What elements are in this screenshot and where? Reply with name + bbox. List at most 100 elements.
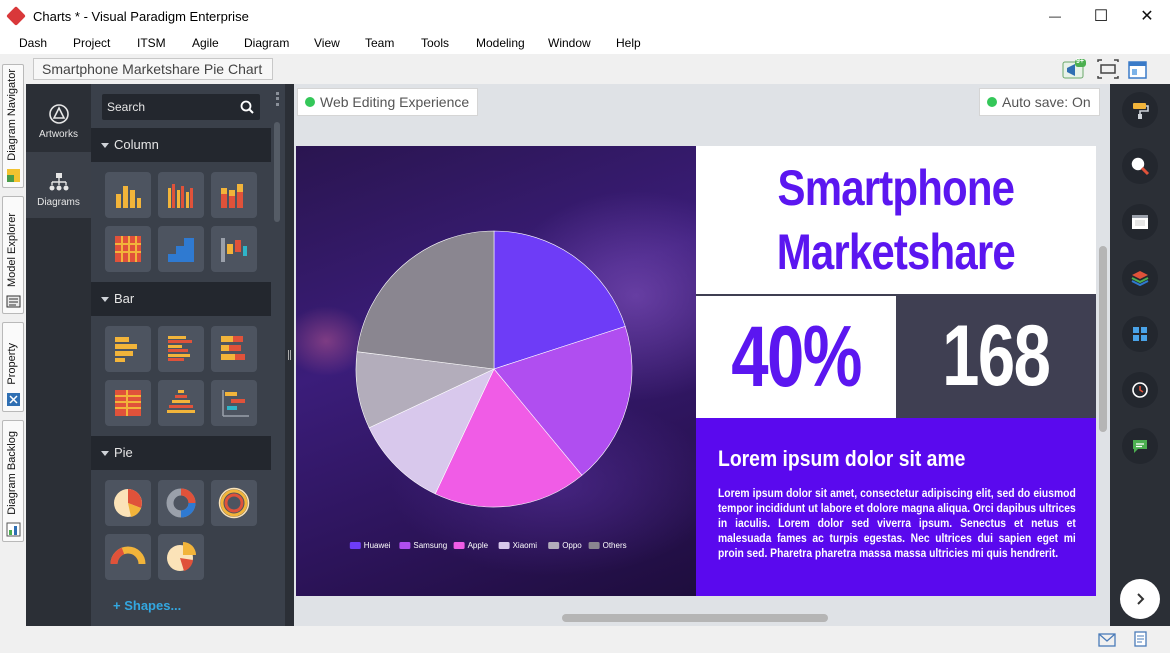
- section-bar-label: Bar: [114, 291, 135, 306]
- menu-modeling[interactable]: Modeling: [476, 36, 525, 50]
- exploded-pie-icon: [167, 542, 196, 571]
- shape-pie-1[interactable]: [105, 480, 151, 526]
- zoom-button[interactable]: [1122, 148, 1158, 184]
- shape-pie-2[interactable]: [158, 480, 204, 526]
- shape-pie-4[interactable]: [105, 534, 151, 580]
- shape-bar-3[interactable]: [211, 326, 257, 372]
- pie-chart[interactable]: Huawei Samsung Apple Xiaomi Oppo Others: [296, 146, 696, 596]
- panel-grip[interactable]: [276, 92, 279, 106]
- section-column-label: Column: [114, 137, 159, 152]
- description-body: Lorem ipsum dolor sit amet, consectetur …: [718, 486, 1076, 560]
- legend-label-samsung: Samsung: [413, 541, 447, 550]
- shape-bar-2[interactable]: [158, 326, 204, 372]
- shape-column-4[interactable]: [105, 226, 151, 272]
- tab-diagram-navigator-label: Diagram Navigator: [6, 69, 18, 161]
- document-edit-icon[interactable]: [1133, 630, 1149, 648]
- shape-column-2[interactable]: [158, 172, 204, 218]
- panels-button[interactable]: [1122, 316, 1158, 352]
- fit-diagram-button[interactable]: [1097, 59, 1119, 79]
- app-logo-icon: [6, 6, 26, 26]
- pyramid-bar-icon: [167, 390, 195, 413]
- title-block: Smartphone Marketshare: [696, 146, 1096, 294]
- menu-diagram[interactable]: Diagram: [244, 36, 289, 50]
- page-setup-button[interactable]: [1122, 204, 1158, 240]
- legend-label-others: Others: [603, 541, 627, 550]
- canvas-vertical-scrollbar[interactable]: [1099, 246, 1107, 432]
- menu-team[interactable]: Team: [365, 36, 394, 50]
- diagram-canvas[interactable]: Web Editing Experience Auto save: On Hua…: [294, 84, 1110, 626]
- menu-dash[interactable]: Dash: [19, 36, 47, 50]
- diagrams-icon: [49, 173, 68, 191]
- status-bar: [0, 626, 1170, 653]
- description-heading: Lorem ipsum dolor sit ame: [718, 446, 966, 471]
- layout-button[interactable]: [1127, 59, 1149, 79]
- menu-itsm[interactable]: ITSM: [137, 36, 166, 50]
- notification-button[interactable]: 9+: [1062, 58, 1086, 79]
- shape-pie-5[interactable]: [158, 534, 204, 580]
- donut-chart-icon: [166, 488, 196, 518]
- shape-bar-6[interactable]: [211, 380, 257, 426]
- title-line-2: Marketshare: [776, 224, 1016, 280]
- section-bar[interactable]: Bar: [91, 282, 271, 316]
- menu-window[interactable]: Window: [548, 36, 591, 50]
- canvas-horizontal-scrollbar[interactable]: [562, 614, 828, 622]
- notification-badge: 9+: [1076, 58, 1084, 65]
- stacked-column-icon: [221, 184, 243, 208]
- shape-pie-3[interactable]: [211, 480, 257, 526]
- history-icon: [1132, 382, 1148, 398]
- shape-column-1[interactable]: [105, 172, 151, 218]
- minimize-button[interactable]: —: [1032, 0, 1078, 32]
- menu-help[interactable]: Help: [616, 36, 641, 50]
- layers-button[interactable]: [1122, 260, 1158, 296]
- title-line-1: Smartphone: [777, 160, 1015, 216]
- grouped-bar-icon: [168, 336, 192, 361]
- format-painter-button[interactable]: [1122, 92, 1158, 128]
- legend-label-xiaomi: Xiaomi: [513, 541, 538, 550]
- menu-view[interactable]: View: [314, 36, 340, 50]
- stat-percent: 40%: [731, 308, 862, 405]
- shape-bar-5[interactable]: [158, 380, 204, 426]
- breadcrumb[interactable]: Smartphone Marketshare Pie Chart: [33, 58, 274, 80]
- infographic-slide[interactable]: Huawei Samsung Apple Xiaomi Oppo Others Smart…: [296, 146, 1096, 596]
- diagrams-button[interactable]: Diagrams: [26, 152, 91, 218]
- autosave-badge[interactable]: Auto save: On: [979, 88, 1100, 116]
- artworks-icon: [48, 104, 69, 124]
- window-title: Charts * - Visual Paradigm Enterprise: [33, 8, 249, 24]
- section-pie[interactable]: Pie: [91, 436, 271, 470]
- web-editing-badge[interactable]: Web Editing Experience: [297, 88, 479, 116]
- panel-scrollbar[interactable]: [274, 122, 280, 222]
- tab-diagram-backlog[interactable]: Diagram Backlog: [2, 420, 24, 542]
- section-pie-label: Pie: [114, 445, 133, 460]
- artworks-label: Artworks: [39, 129, 78, 140]
- navigator-icon: [7, 169, 20, 182]
- more-shapes-link[interactable]: + Shapes...: [113, 598, 181, 613]
- close-button[interactable]: ✕: [1124, 0, 1170, 32]
- tab-model-explorer[interactable]: Model Explorer: [2, 196, 24, 314]
- fit-view-icon: [1097, 59, 1119, 79]
- mail-icon[interactable]: [1098, 633, 1116, 647]
- menu-project[interactable]: Project: [73, 36, 110, 50]
- menu-tools[interactable]: Tools: [421, 36, 449, 50]
- panel-splitter[interactable]: [285, 84, 294, 626]
- expand-panel-button[interactable]: [1120, 579, 1160, 619]
- shape-bar-1[interactable]: [105, 326, 151, 372]
- section-column[interactable]: Column: [91, 128, 271, 162]
- tab-property[interactable]: Property: [2, 322, 24, 412]
- web-editing-label: Web Editing Experience: [320, 94, 470, 110]
- pie-slice-others[interactable]: [356, 230, 495, 370]
- artworks-button[interactable]: Artworks: [26, 84, 91, 150]
- history-button[interactable]: [1122, 372, 1158, 408]
- legend-label-huawei: Huawei: [364, 541, 391, 550]
- legend-swatch-oppo: [548, 542, 560, 549]
- shape-bar-4[interactable]: [105, 380, 151, 426]
- tab-diagram-navigator[interactable]: Diagram Navigator: [2, 64, 24, 188]
- menu-agile[interactable]: Agile: [192, 36, 219, 50]
- column-chart-icon: [116, 186, 141, 208]
- comments-button[interactable]: [1122, 428, 1158, 464]
- shape-column-3[interactable]: [211, 172, 257, 218]
- caret-down-icon: [101, 297, 109, 303]
- search-input[interactable]: Search: [102, 94, 260, 120]
- maximize-button[interactable]: ☐: [1078, 0, 1124, 32]
- shape-column-6[interactable]: [211, 226, 257, 272]
- shape-column-5[interactable]: [158, 226, 204, 272]
